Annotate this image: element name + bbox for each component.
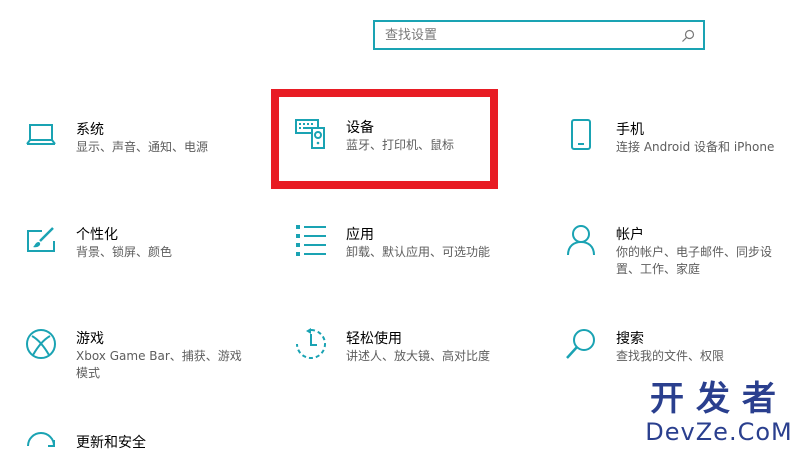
tile-title: 游戏 [76, 331, 104, 347]
tile-description: 卸载、默认应用、可选功能 [346, 245, 491, 259]
tile-title: 设备 [346, 120, 374, 136]
tile-title: 系统 [76, 122, 104, 138]
tile-description: 显示、声音、通知、电源 [76, 140, 209, 154]
search-icon [565, 328, 597, 360]
tile-title: 个性化 [76, 227, 118, 243]
tile-title: 轻松使用 [346, 331, 402, 347]
tile-title: 帐户 [616, 227, 644, 243]
laptop-icon [25, 119, 57, 151]
tile-description: Xbox Game Bar、捕获、游戏模式 [76, 349, 242, 380]
tile-description: 蓝牙、打印机、鼠标 [346, 138, 455, 152]
watermark-line1: 开发者 [650, 379, 788, 419]
tile-title: 应用 [346, 227, 374, 243]
account-icon [565, 224, 597, 256]
search-input[interactable] [375, 22, 703, 48]
tile-description: 查找我的文件、权限 [616, 349, 725, 363]
tile-title: 搜索 [616, 331, 644, 347]
watermark: 开发者 DevZe.CoM [644, 380, 794, 446]
devices-icon [295, 117, 327, 149]
ease-of-access-icon [295, 328, 327, 360]
search-box[interactable] [373, 20, 705, 50]
phone-icon [565, 119, 597, 151]
apps-icon [295, 224, 327, 256]
update-icon [25, 432, 57, 464]
personalization-icon [25, 224, 57, 256]
tile-description: 你的帐户、电子邮件、同步设置、工作、家庭 [616, 245, 773, 276]
tile-description: 讲述人、放大镜、高对比度 [346, 349, 491, 363]
watermark-line2: DevZe.CoM [645, 418, 793, 446]
xbox-icon [25, 328, 57, 360]
tile-title: 更新和安全 [76, 435, 146, 451]
search-magnifier-icon[interactable] [681, 28, 695, 42]
tile-title: 手机 [616, 122, 644, 138]
tile-description: 背景、锁屏、颜色 [76, 245, 173, 259]
tile-description: 连接 Android 设备和 iPhone [616, 140, 775, 154]
